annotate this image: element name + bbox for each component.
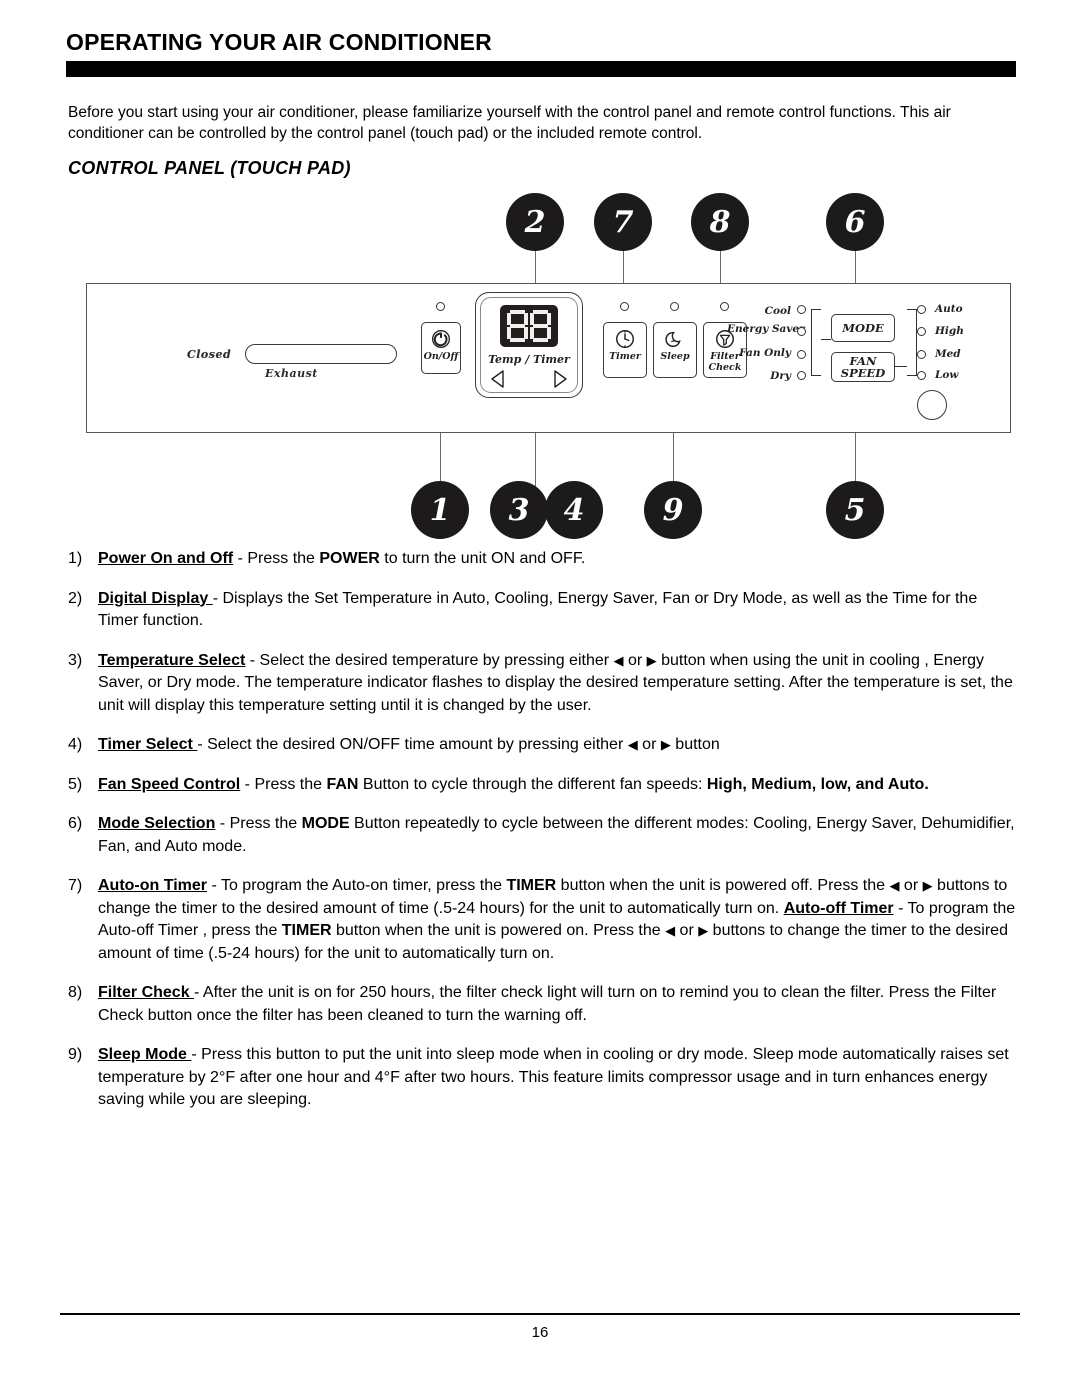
sleep-led: [670, 302, 679, 311]
receiver-knob[interactable]: [917, 390, 947, 420]
callout-4: 4: [545, 481, 603, 539]
instruction-list: 1) Power On and Off - Press the POWER to…: [68, 548, 1020, 1129]
indicator-label-med: Med: [935, 348, 961, 360]
list-item-text: Fan Speed Control - Press the FAN Button…: [98, 775, 929, 793]
list-item-number: 6): [68, 815, 83, 832]
intro-paragraph: Before you start using your air conditio…: [68, 104, 951, 142]
led-cool: [797, 305, 806, 314]
list-item-number: 9): [68, 1046, 83, 1063]
sleep-button-label: Sleep: [660, 351, 690, 362]
callout-3: 3: [490, 481, 548, 539]
indicator-label-high: High: [935, 325, 964, 337]
indicator-label-dry: Dry: [770, 370, 791, 382]
callout-5: 5: [826, 481, 884, 539]
mode-fan-cluster: Cool Energy Saver Fan Only Dry MODE FAN …: [727, 294, 1007, 420]
moon-icon: [662, 327, 688, 351]
digital-display-module: Temp / Timer: [475, 292, 583, 398]
power-led: [436, 302, 445, 311]
list-item: 8) Filter Check - After the unit is on f…: [68, 982, 1020, 1027]
page-number: 16: [531, 1324, 549, 1341]
led-low: [917, 371, 926, 380]
list-item: 9) Sleep Mode - Press this button to put…: [68, 1044, 1020, 1112]
list-item-number: 4): [68, 736, 83, 753]
indicator-label-energy-saver: Energy Saver: [727, 323, 805, 335]
temp-decrease-button[interactable]: [490, 369, 506, 389]
list-item-number: 5): [68, 775, 83, 793]
page-title: OPERATING YOUR AIR CONDITIONER: [66, 29, 492, 55]
list-item: 3) Temperature Select - Select the desir…: [68, 650, 1020, 718]
list-item-text: Auto-on Timer - To program the Auto-on t…: [98, 877, 1016, 962]
list-item-number: 3): [68, 651, 83, 669]
list-item: 1) Power On and Off - Press the POWER to…: [68, 548, 1020, 571]
led-auto: [917, 305, 926, 314]
list-item-number: 1): [68, 550, 83, 567]
mode-bracket: [811, 309, 821, 376]
callout-6: 6: [826, 193, 884, 251]
list-item: 7) Auto-on Timer - To program the Auto-o…: [68, 875, 1020, 965]
callout-8: 8: [691, 193, 749, 251]
list-item-number: 2): [68, 589, 83, 607]
indicator-label-fan-only: Fan Only: [739, 347, 791, 359]
sleep-button[interactable]: Sleep: [653, 322, 697, 378]
power-button-label: On/Off: [423, 351, 459, 362]
list-item-text: Timer Select - Select the desired ON/OFF…: [98, 736, 720, 753]
list-item-number: 8): [68, 984, 83, 1001]
led-med: [917, 350, 926, 359]
list-item-text: Sleep Mode - Press this button to put th…: [98, 1046, 1009, 1108]
timer-button[interactable]: Timer: [603, 322, 647, 378]
callout-7: 7: [594, 193, 652, 251]
list-item: 4) Timer Select - Select the desired ON/…: [68, 734, 1020, 757]
led-dry: [797, 371, 806, 380]
title-underline-bar: [66, 61, 1016, 78]
power-button[interactable]: On/Off: [421, 322, 461, 374]
page-header: OPERATING YOUR AIR CONDITIONER: [66, 29, 1016, 78]
digital-display-screen: [500, 305, 558, 347]
section-title: CONTROL PANEL (TOUCH PAD): [68, 158, 351, 178]
temp-increase-button[interactable]: [552, 369, 568, 389]
power-icon: [428, 327, 454, 351]
callout-1: 1: [411, 481, 469, 539]
exhaust-closed-label: Closed: [187, 348, 232, 361]
clock-icon: [612, 327, 638, 351]
exhaust-caption: Exhaust: [265, 367, 318, 380]
display-digit-ones: [530, 310, 551, 342]
list-item-text: Digital Display - Displays the Set Tempe…: [98, 589, 978, 630]
list-item: 6) Mode Selection - Press the MODE Butto…: [68, 813, 1020, 858]
fan-speed-label-line2: SPEED: [840, 366, 886, 380]
mode-bracket-stem: [821, 339, 831, 340]
indicator-label-cool: Cool: [764, 305, 791, 317]
timer-button-label: Timer: [609, 351, 641, 362]
fan-bracket-stem: [895, 366, 907, 367]
display-caption: Temp / Timer: [488, 353, 570, 366]
list-item-text: Temperature Select - Select the desired …: [98, 651, 1013, 714]
list-item-text: Filter Check - After the unit is on for …: [98, 984, 997, 1024]
indicator-label-low: Low: [935, 369, 959, 381]
led-fan-only: [797, 350, 806, 359]
callout-9: 9: [644, 481, 702, 539]
mode-button[interactable]: MODE: [831, 314, 895, 342]
timer-led: [620, 302, 629, 311]
list-item: 5) Fan Speed Control - Press the FAN But…: [68, 774, 1020, 797]
indicator-label-auto: Auto: [935, 303, 963, 315]
exhaust-slider-group[interactable]: Closed Open Exhaust: [187, 334, 457, 382]
control-panel-body: Closed Open Exhaust On/Off: [86, 283, 1011, 433]
list-item-text: Power On and Off - Press the POWER to tu…: [98, 550, 586, 567]
list-item: 2) Digital Display - Displays the Set Te…: [68, 588, 1020, 633]
list-item-number: 7): [68, 877, 83, 894]
exhaust-slider-track[interactable]: [245, 344, 397, 364]
manual-page: OPERATING YOUR AIR CONDITIONER Before yo…: [0, 0, 1080, 1397]
fan-speed-button[interactable]: FAN SPEED: [831, 352, 895, 382]
display-digit-tens: [507, 310, 528, 342]
list-item-text: Mode Selection - Press the MODE Button r…: [98, 815, 1015, 855]
footer-divider: [60, 1313, 1020, 1315]
control-panel-diagram: 2 7 8 6 Closed Open Exhaust: [0, 185, 1080, 539]
led-energy-saver: [797, 327, 806, 336]
led-high: [917, 327, 926, 336]
fan-bracket: [907, 309, 917, 376]
callout-2: 2: [506, 193, 564, 251]
